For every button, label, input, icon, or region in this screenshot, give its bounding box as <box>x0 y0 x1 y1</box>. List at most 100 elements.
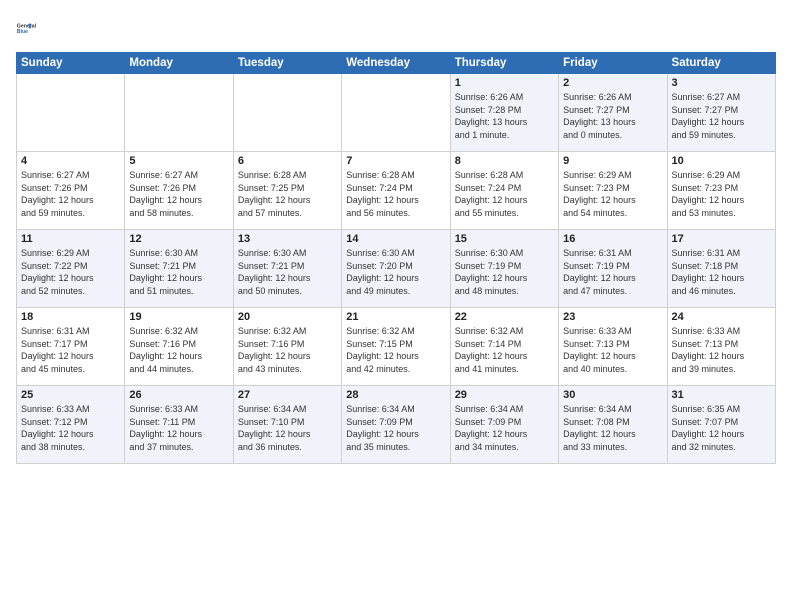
day-number: 27 <box>238 389 337 401</box>
calendar-cell: 26 Sunrise: 6:33 AMSunset: 7:11 PMDayligh… <box>125 386 233 464</box>
day-info: Sunrise: 6:26 AMSunset: 7:27 PMDaylight:… <box>563 91 662 141</box>
calendar-cell: 30 Sunrise: 6:34 AMSunset: 7:08 PMDayligh… <box>559 386 667 464</box>
day-info: Sunrise: 6:34 AMSunset: 7:09 PMDaylight:… <box>346 403 445 453</box>
day-number: 15 <box>455 233 554 245</box>
calendar-cell: 23 Sunrise: 6:33 AMSunset: 7:13 PMDayligh… <box>559 308 667 386</box>
calendar-cell: 11 Sunrise: 6:29 AMSunset: 7:22 PMDayligh… <box>17 230 125 308</box>
calendar-cell: 10 Sunrise: 6:29 AMSunset: 7:23 PMDayligh… <box>667 152 775 230</box>
logo-icon: General Blue <box>16 12 48 44</box>
day-number: 26 <box>129 389 228 401</box>
day-number: 1 <box>455 77 554 89</box>
day-info: Sunrise: 6:32 AMSunset: 7:16 PMDaylight:… <box>238 325 337 375</box>
day-info: Sunrise: 6:31 AMSunset: 7:18 PMDaylight:… <box>672 247 771 297</box>
day-info: Sunrise: 6:29 AMSunset: 7:22 PMDaylight:… <box>21 247 120 297</box>
day-info: Sunrise: 6:29 AMSunset: 7:23 PMDaylight:… <box>563 169 662 219</box>
calendar-cell: 20Sunrise: 6:32 AMSunset: 7:16 PMDayligh… <box>233 308 341 386</box>
calendar-cell: 21 Sunrise: 6:32 AMSunset: 7:15 PMDayligh… <box>342 308 450 386</box>
calendar-week-1: 1 Sunrise: 6:26 AMSunset: 7:28 PMDaylight… <box>17 74 776 152</box>
day-info: Sunrise: 6:30 AMSunset: 7:20 PMDaylight:… <box>346 247 445 297</box>
day-info: Sunrise: 6:34 AMSunset: 7:08 PMDaylight:… <box>563 403 662 453</box>
day-number: 5 <box>129 155 228 167</box>
calendar-cell <box>17 74 125 152</box>
day-info: Sunrise: 6:31 AMSunset: 7:17 PMDaylight:… <box>21 325 120 375</box>
calendar-cell: 28 Sunrise: 6:34 AMSunset: 7:09 PMDayligh… <box>342 386 450 464</box>
weekday-header-wednesday: Wednesday <box>342 53 450 74</box>
weekday-header-friday: Friday <box>559 53 667 74</box>
calendar-cell: 6Sunrise: 6:28 AMSunset: 7:25 PMDaylight… <box>233 152 341 230</box>
day-number: 4 <box>21 155 120 167</box>
weekday-header-saturday: Saturday <box>667 53 775 74</box>
day-number: 23 <box>563 311 662 323</box>
weekday-header-thursday: Thursday <box>450 53 558 74</box>
day-info: Sunrise: 6:33 AMSunset: 7:13 PMDaylight:… <box>563 325 662 375</box>
calendar-week-2: 4 Sunrise: 6:27 AMSunset: 7:26 PMDaylight… <box>17 152 776 230</box>
day-number: 28 <box>346 389 445 401</box>
day-number: 14 <box>346 233 445 245</box>
day-info: Sunrise: 6:31 AMSunset: 7:19 PMDaylight:… <box>563 247 662 297</box>
calendar-cell: 1 Sunrise: 6:26 AMSunset: 7:28 PMDaylight… <box>450 74 558 152</box>
day-number: 29 <box>455 389 554 401</box>
calendar-cell: 7Sunrise: 6:28 AMSunset: 7:24 PMDaylight… <box>342 152 450 230</box>
calendar-cell: 5 Sunrise: 6:27 AMSunset: 7:26 PMDaylight… <box>125 152 233 230</box>
day-info: Sunrise: 6:27 AMSunset: 7:27 PMDaylight:… <box>672 91 771 141</box>
calendar-cell: 13 Sunrise: 6:30 AMSunset: 7:21 PMDayligh… <box>233 230 341 308</box>
day-number: 30 <box>563 389 662 401</box>
day-info: Sunrise: 6:32 AMSunset: 7:15 PMDaylight:… <box>346 325 445 375</box>
day-number: 18 <box>21 311 120 323</box>
calendar-cell: 8 Sunrise: 6:28 AMSunset: 7:24 PMDaylight… <box>450 152 558 230</box>
svg-text:General: General <box>17 24 37 30</box>
day-number: 3 <box>672 77 771 89</box>
day-info: Sunrise: 6:34 AMSunset: 7:09 PMDaylight:… <box>455 403 554 453</box>
day-number: 24 <box>672 311 771 323</box>
logo: General Blue <box>16 12 48 44</box>
day-info: Sunrise: 6:33 AMSunset: 7:11 PMDaylight:… <box>129 403 228 453</box>
day-info: Sunrise: 6:34 AMSunset: 7:10 PMDaylight:… <box>238 403 337 453</box>
calendar-cell: 16Sunrise: 6:31 AMSunset: 7:19 PMDayligh… <box>559 230 667 308</box>
page-container: General Blue SundayMondayTuesdayWednesda… <box>0 0 792 612</box>
weekday-header-tuesday: Tuesday <box>233 53 341 74</box>
day-info: Sunrise: 6:35 AMSunset: 7:07 PMDaylight:… <box>672 403 771 453</box>
calendar-cell: 24Sunrise: 6:33 AMSunset: 7:13 PMDayligh… <box>667 308 775 386</box>
day-number: 11 <box>21 233 120 245</box>
calendar-cell: 15 Sunrise: 6:30 AMSunset: 7:19 PMDayligh… <box>450 230 558 308</box>
day-number: 17 <box>672 233 771 245</box>
calendar-cell: 18 Sunrise: 6:31 AMSunset: 7:17 PMDayligh… <box>17 308 125 386</box>
day-number: 31 <box>672 389 771 401</box>
day-info: Sunrise: 6:27 AMSunset: 7:26 PMDaylight:… <box>21 169 120 219</box>
day-info: Sunrise: 6:26 AMSunset: 7:28 PMDaylight:… <box>455 91 554 141</box>
calendar-cell: 29 Sunrise: 6:34 AMSunset: 7:09 PMDayligh… <box>450 386 558 464</box>
weekday-header-monday: Monday <box>125 53 233 74</box>
day-number: 19 <box>129 311 228 323</box>
calendar-cell: 9Sunrise: 6:29 AMSunset: 7:23 PMDaylight… <box>559 152 667 230</box>
day-info: Sunrise: 6:27 AMSunset: 7:26 PMDaylight:… <box>129 169 228 219</box>
calendar-cell: 3 Sunrise: 6:27 AMSunset: 7:27 PMDaylight… <box>667 74 775 152</box>
calendar-cell: 27 Sunrise: 6:34 AMSunset: 7:10 PMDayligh… <box>233 386 341 464</box>
day-number: 10 <box>672 155 771 167</box>
calendar-cell <box>125 74 233 152</box>
day-number: 2 <box>563 77 662 89</box>
calendar-cell: 12Sunrise: 6:30 AMSunset: 7:21 PMDayligh… <box>125 230 233 308</box>
calendar-cell: 31 Sunrise: 6:35 AMSunset: 7:07 PMDayligh… <box>667 386 775 464</box>
calendar-cell: 17 Sunrise: 6:31 AMSunset: 7:18 PMDayligh… <box>667 230 775 308</box>
day-number: 8 <box>455 155 554 167</box>
day-info: Sunrise: 6:30 AMSunset: 7:19 PMDaylight:… <box>455 247 554 297</box>
day-number: 13 <box>238 233 337 245</box>
page-header: General Blue <box>16 12 776 44</box>
day-info: Sunrise: 6:28 AMSunset: 7:25 PMDaylight:… <box>238 169 337 219</box>
day-info: Sunrise: 6:32 AMSunset: 7:16 PMDaylight:… <box>129 325 228 375</box>
calendar-cell <box>342 74 450 152</box>
day-info: Sunrise: 6:33 AMSunset: 7:12 PMDaylight:… <box>21 403 120 453</box>
weekday-header-row: SundayMondayTuesdayWednesdayThursdayFrid… <box>17 53 776 74</box>
day-info: Sunrise: 6:30 AMSunset: 7:21 PMDaylight:… <box>238 247 337 297</box>
weekday-header-sunday: Sunday <box>17 53 125 74</box>
day-info: Sunrise: 6:29 AMSunset: 7:23 PMDaylight:… <box>672 169 771 219</box>
day-number: 21 <box>346 311 445 323</box>
calendar-cell: 4 Sunrise: 6:27 AMSunset: 7:26 PMDaylight… <box>17 152 125 230</box>
day-number: 22 <box>455 311 554 323</box>
calendar-cell <box>233 74 341 152</box>
calendar-week-3: 11 Sunrise: 6:29 AMSunset: 7:22 PMDayligh… <box>17 230 776 308</box>
day-info: Sunrise: 6:28 AMSunset: 7:24 PMDaylight:… <box>455 169 554 219</box>
calendar-cell: 2 Sunrise: 6:26 AMSunset: 7:27 PMDaylight… <box>559 74 667 152</box>
calendar-cell: 19 Sunrise: 6:32 AMSunset: 7:16 PMDayligh… <box>125 308 233 386</box>
calendar-cell: 14 Sunrise: 6:30 AMSunset: 7:20 PMDayligh… <box>342 230 450 308</box>
